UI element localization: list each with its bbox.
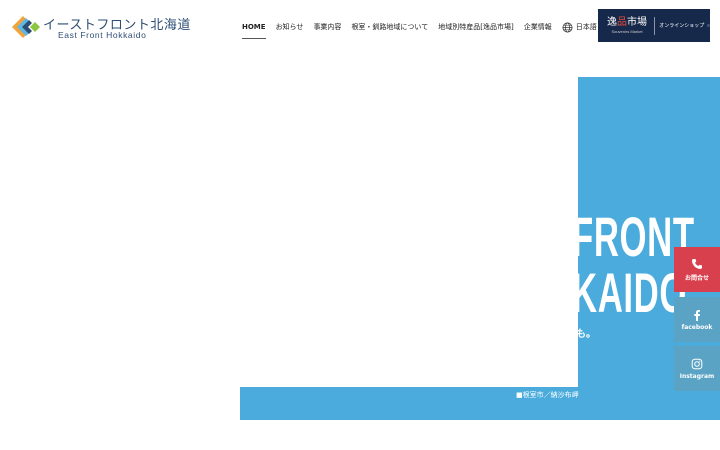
instagram-icon: [691, 358, 703, 369]
shop-label: オンラインショップ: [659, 23, 705, 29]
shop-logo-en: Souvenirs Market: [611, 29, 643, 34]
globe-icon: [562, 22, 573, 32]
nav-business[interactable]: 事業内容: [313, 20, 341, 34]
logo-mark-icon: [12, 16, 40, 38]
site-logo[interactable]: イーストフロント北海道 East Front Hokkaido: [10, 12, 190, 42]
phone-icon: [692, 258, 702, 269]
language-label: 日本語: [575, 23, 597, 31]
hero-location-caption: ■根室市／納沙布岬: [516, 391, 579, 399]
logo-text-en: East Front Hokkaido: [58, 30, 147, 40]
facebook-button[interactable]: facebook: [674, 297, 720, 342]
site-header: イーストフロント北海道 East Front Hokkaido HOME お知ら…: [0, 0, 720, 52]
main-nav: HOME お知らせ 事業内容 根室・釧路地域について 地域別特産品[逸品市場] …: [242, 18, 609, 39]
shop-logo-jp: 逸品市場: [607, 17, 647, 28]
online-shop-button[interactable]: 逸品市場 Souvenirs Market オンラインショップ: [598, 9, 710, 42]
shop-logo: 逸品市場 Souvenirs Market: [607, 17, 647, 34]
hero-title-line-2: KAIDO: [575, 261, 687, 324]
hero-image-area: [240, 77, 578, 387]
instagram-button[interactable]: Instagram: [674, 346, 720, 391]
nav-home[interactable]: HOME: [242, 20, 266, 39]
contact-label: お問合せ: [684, 274, 709, 282]
hero-tagline: も。: [576, 329, 596, 340]
instagram-label: Instagram: [679, 372, 715, 380]
nav-region[interactable]: 根室・釧路地域について: [351, 20, 428, 34]
facebook-label: facebook: [681, 323, 713, 331]
arrow-circle-icon: [707, 24, 710, 27]
facebook-icon: [694, 309, 700, 321]
nav-company[interactable]: 企業情報: [524, 20, 552, 34]
nav-news[interactable]: お知らせ: [276, 20, 304, 34]
contact-button[interactable]: お問合せ: [674, 247, 720, 292]
nav-specialties[interactable]: 地域別特産品[逸品市場]: [438, 20, 513, 34]
